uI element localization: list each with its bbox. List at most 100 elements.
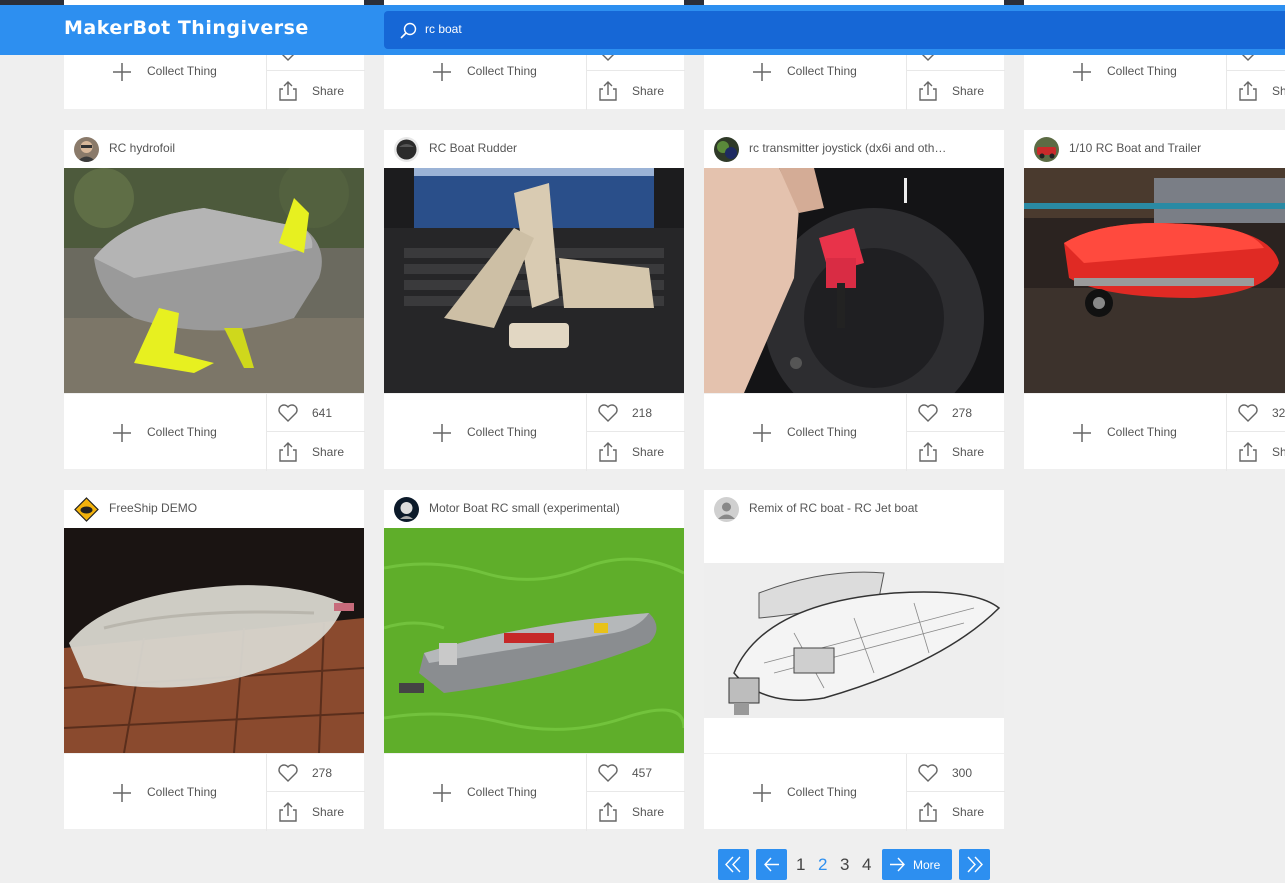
share-label: Share: [312, 84, 345, 98]
avatar[interactable]: [394, 137, 419, 162]
card-actions: Collect Thing 641 Share: [64, 393, 365, 471]
like-button[interactable]: 300: [907, 754, 1005, 792]
share-icon: [919, 81, 937, 101]
page-link-3[interactable]: 3: [840, 855, 849, 875]
like-button[interactable]: 641: [267, 394, 365, 432]
search-bar[interactable]: rc boat: [384, 11, 1285, 49]
card-actions: Collect Thing 278 Share: [64, 753, 365, 831]
card-header: RC hydrofoil: [64, 130, 364, 168]
avatar[interactable]: [714, 497, 739, 522]
avatar[interactable]: [714, 137, 739, 162]
share-label: Share: [312, 805, 345, 819]
avatar[interactable]: [74, 497, 99, 522]
share-button[interactable]: Share: [267, 792, 365, 831]
share-icon: [279, 81, 297, 101]
thing-card: Motor Boat RC small (experimental) Colle…: [384, 490, 685, 831]
thing-title[interactable]: FreeShip DEMO: [109, 501, 197, 515]
share-button[interactable]: Sh: [1227, 71, 1285, 110]
collect-thing-button[interactable]: Collect Thing: [384, 754, 586, 831]
share-label: Share: [632, 84, 665, 98]
thing-thumbnail[interactable]: [704, 168, 1004, 393]
thing-thumbnail[interactable]: [64, 528, 364, 753]
like-count: 641: [312, 406, 333, 420]
like-count: 278: [952, 406, 973, 420]
share-icon: [279, 802, 297, 822]
page-link-4[interactable]: 4: [862, 855, 871, 875]
next-more-button[interactable]: More: [882, 849, 952, 880]
plus-icon: [753, 784, 771, 802]
thing-title[interactable]: rc transmitter joystick (dx6i and oth…: [749, 141, 946, 155]
like-button[interactable]: 457: [587, 754, 685, 792]
plus-icon: [753, 63, 771, 81]
card-header: Motor Boat RC small (experimental): [384, 490, 684, 528]
like-count: 32: [1272, 406, 1285, 420]
like-button[interactable]: 32: [1227, 394, 1285, 432]
site-header: MakerBot Thingiverse rc boat: [0, 5, 1285, 55]
thing-thumbnail[interactable]: [384, 168, 684, 393]
share-label: Share: [632, 445, 665, 459]
collect-thing-button[interactable]: Collect Thing: [64, 754, 266, 831]
avatar[interactable]: [1034, 137, 1059, 162]
search-icon: [400, 22, 417, 39]
like-button[interactable]: 278: [267, 754, 365, 792]
collect-thing-button[interactable]: Collect Thing: [64, 394, 266, 471]
first-page-button[interactable]: [718, 849, 749, 880]
collect-label: Collect Thing: [787, 785, 857, 799]
collect-thing-button[interactable]: Collect Thing: [1024, 394, 1226, 471]
card-header: 1/10 RC Boat and Trailer: [1024, 130, 1285, 168]
share-button[interactable]: Share: [267, 71, 365, 110]
collect-label: Collect Thing: [787, 425, 857, 439]
thing-title[interactable]: RC hydrofoil: [109, 141, 175, 155]
page-link-1[interactable]: 1: [796, 855, 805, 875]
share-button[interactable]: Share: [587, 432, 685, 471]
thing-thumbnail[interactable]: [384, 528, 684, 753]
share-icon: [599, 442, 617, 462]
thing-thumbnail[interactable]: [64, 168, 364, 393]
collect-label: Collect Thing: [147, 425, 217, 439]
page-link-2-current[interactable]: 2: [818, 855, 827, 875]
card-header: rc transmitter joystick (dx6i and oth…: [704, 130, 1004, 168]
prev-page-button[interactable]: [756, 849, 787, 880]
heart-icon: [278, 404, 298, 422]
collect-thing-button[interactable]: Collect Thing: [704, 754, 906, 831]
plus-icon: [433, 63, 451, 81]
card-actions: Collect Thing 278 Share: [704, 393, 1005, 471]
share-button[interactable]: Share: [587, 792, 685, 831]
last-page-button[interactable]: [959, 849, 990, 880]
avatar[interactable]: [74, 137, 99, 162]
avatar[interactable]: [394, 497, 419, 522]
collect-thing-button[interactable]: Collect Thing: [704, 394, 906, 471]
share-icon: [919, 802, 937, 822]
share-label: Sh: [1272, 445, 1285, 459]
plus-icon: [113, 424, 131, 442]
share-button[interactable]: Share: [907, 71, 1005, 110]
like-button[interactable]: 218: [587, 394, 685, 432]
share-button[interactable]: Share: [587, 71, 685, 110]
thing-title[interactable]: 1/10 RC Boat and Trailer: [1069, 141, 1201, 155]
plus-icon: [1073, 424, 1091, 442]
thing-card: RC Boat Rudder Collect Thing 218 Share: [384, 130, 685, 471]
collect-label: Collect Thing: [467, 64, 537, 78]
thing-title[interactable]: Remix of RC boat - RC Jet boat: [749, 501, 918, 515]
collect-label: Collect Thing: [467, 425, 537, 439]
share-button[interactable]: Share: [907, 432, 1005, 471]
thing-thumbnail[interactable]: [1024, 168, 1285, 393]
card-actions: Collect Thing 457 Share: [384, 753, 685, 831]
like-button[interactable]: 278: [907, 394, 1005, 432]
heart-icon: [278, 764, 298, 782]
share-button[interactable]: Sh: [1227, 432, 1285, 471]
share-icon: [1239, 442, 1257, 462]
thing-thumbnail[interactable]: [704, 563, 1004, 718]
share-button[interactable]: Share: [907, 792, 1005, 831]
thing-card: rc transmitter joystick (dx6i and oth… C…: [704, 130, 1005, 471]
search-input[interactable]: rc boat: [425, 22, 462, 36]
share-label: Share: [312, 445, 345, 459]
thing-title[interactable]: RC Boat Rudder: [429, 141, 517, 155]
collect-thing-button[interactable]: Collect Thing: [384, 394, 586, 471]
share-label: Share: [632, 805, 665, 819]
thing-card: 1/10 RC Boat and Trailer Collect Thing 3…: [1024, 130, 1285, 471]
share-label: Share: [952, 805, 985, 819]
share-button[interactable]: Share: [267, 432, 365, 471]
site-logo[interactable]: MakerBot Thingiverse: [64, 17, 309, 39]
thing-title[interactable]: Motor Boat RC small (experimental): [429, 501, 620, 515]
